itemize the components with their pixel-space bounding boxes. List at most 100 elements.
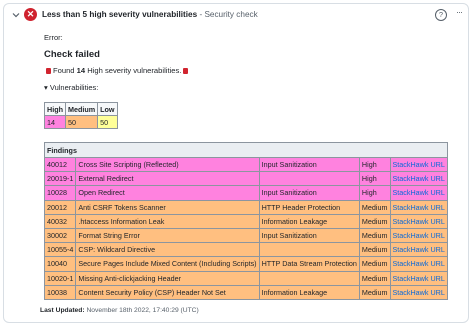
finding-id: 10020-1 (43, 270, 77, 286)
severity-value-medium: 50 (64, 115, 99, 129)
finding-severity: Medium (358, 227, 391, 244)
finding-id: 10028 (43, 185, 77, 201)
finding-link-cell: StackHawk URL (389, 227, 448, 244)
finding-id: 20019-1 (43, 171, 77, 187)
severity-value-high: 14 (44, 115, 66, 129)
help-icon[interactable]: ? (435, 9, 447, 21)
finding-id: 10038 (43, 284, 77, 300)
finding-id: 10040 (43, 256, 77, 272)
table-row: 40012 Cross Site Scripting (Reflected) I… (43, 156, 448, 173)
stackhawk-link[interactable]: StackHawk URL (393, 203, 445, 212)
table-row: 20012 Anti CSRF Tokens Scanner HTTP Head… (43, 199, 448, 215)
finding-category: HTTP Data Stream Protection (258, 256, 360, 272)
finding-id: 10055-4 (43, 242, 77, 258)
last-updated-value: November 18th 2022, 17:40:29 (UTC) (86, 307, 199, 314)
finding-category: Input Sanitization (258, 227, 360, 244)
finding-severity: Medium (358, 242, 391, 258)
found-summary: Found 14 High severity vulnerabilities. (44, 66, 190, 75)
check-card: ✕ Less than 5 high severity vulnerabilit… (3, 3, 469, 323)
severity-header-high: High (44, 102, 66, 116)
finding-severity: Medium (358, 270, 391, 286)
finding-category (258, 171, 360, 187)
last-updated-label: Last Updated: (40, 307, 85, 314)
stackhawk-link[interactable]: StackHawk URL (393, 217, 445, 226)
finding-severity: Medium (358, 199, 391, 215)
findings-table: Findings 40012 Cross Site Scripting (Ref… (43, 142, 448, 300)
finding-name: Missing Anti-clickjacking Header (75, 270, 260, 286)
check-title: Less than 5 high severity vulnerabilitie… (42, 10, 258, 19)
finding-severity: Medium (358, 256, 391, 272)
stackhawk-link[interactable]: StackHawk URL (393, 259, 445, 268)
finding-category: Input Sanitization (258, 185, 360, 201)
finding-link-cell: StackHawk URL (389, 185, 448, 201)
finding-category: Information Leakage (258, 284, 360, 300)
finding-link-cell: StackHawk URL (389, 284, 448, 300)
stackhawk-link[interactable]: StackHawk URL (393, 245, 445, 254)
last-updated: Last Updated: November 18th 2022, 17:40:… (40, 307, 199, 314)
check-subtitle: Security check (204, 10, 258, 19)
table-row: 10055-4 CSP: Wildcard Directive Medium S… (43, 242, 448, 258)
finding-severity: High (358, 185, 391, 201)
stackhawk-link[interactable]: StackHawk URL (393, 231, 445, 240)
finding-id: 40012 (43, 156, 77, 173)
table-row: 30002 Format String Error Input Sanitiza… (43, 227, 448, 244)
severity-header-medium: Medium (64, 102, 99, 116)
more-icon[interactable]: ··· (456, 7, 463, 17)
finding-id: 40032 (43, 213, 77, 229)
finding-name: CSP: Wildcard Directive (75, 242, 260, 258)
finding-category: Information Leakage (258, 213, 360, 229)
chevron-down-icon[interactable] (11, 10, 21, 20)
finding-name: Cross Site Scripting (Reflected) (75, 156, 260, 173)
finding-category: Input Sanitization (258, 156, 360, 173)
check-failed-heading: Check failed (44, 49, 100, 60)
finding-category: HTTP Header Protection (258, 199, 360, 215)
stackhawk-link[interactable]: StackHawk URL (393, 288, 445, 297)
severity-header-low: Low (97, 102, 118, 116)
vulnerabilities-toggle[interactable]: ▾ Vulnerabilities: (44, 83, 98, 92)
red-square-icon (46, 68, 51, 74)
finding-name: Open Redirect (75, 185, 260, 201)
finding-id: 20012 (43, 199, 77, 215)
finding-name: Content Security Policy (CSP) Header Not… (75, 284, 260, 300)
finding-name: External Redirect (75, 171, 260, 187)
red-square-icon (183, 68, 189, 74)
finding-name: .htaccess Information Leak (75, 213, 260, 229)
error-label: Error: (44, 33, 63, 42)
finding-link-cell: StackHawk URL (389, 213, 448, 229)
stackhawk-link[interactable]: StackHawk URL (393, 188, 445, 197)
finding-link-cell: StackHawk URL (389, 256, 448, 272)
found-suffix: High severity vulnerabilities. (87, 66, 182, 75)
finding-severity: High (358, 171, 391, 187)
finding-name: Anti CSRF Tokens Scanner (75, 199, 260, 215)
stackhawk-link[interactable]: StackHawk URL (393, 160, 445, 169)
found-prefix: Found (53, 66, 75, 75)
table-row: 10020-1 Missing Anti-clickjacking Header… (43, 270, 448, 286)
finding-link-cell: StackHawk URL (389, 242, 448, 258)
finding-severity: Medium (358, 213, 391, 229)
check-title-text: Less than 5 high severity vulnerabilitie… (42, 10, 198, 19)
table-row: 10040 Secure Pages Include Mixed Content… (43, 256, 448, 272)
finding-link-cell: StackHawk URL (389, 156, 448, 173)
finding-link-cell: StackHawk URL (389, 270, 448, 286)
stackhawk-link[interactable]: StackHawk URL (393, 274, 445, 283)
severity-value-low: 50 (97, 115, 118, 129)
finding-name: Format String Error (75, 227, 260, 244)
table-row: 20019-1 External Redirect High StackHawk… (43, 171, 448, 187)
finding-severity: High (358, 156, 391, 173)
finding-category (258, 270, 360, 286)
error-icon: ✕ (24, 8, 37, 21)
finding-id: 30002 (43, 227, 77, 244)
finding-severity: Medium (358, 284, 391, 300)
table-row: 10028 Open Redirect Input Sanitization H… (43, 185, 448, 201)
table-row: 10038 Content Security Policy (CSP) Head… (43, 284, 448, 300)
finding-link-cell: StackHawk URL (389, 199, 448, 215)
stackhawk-link[interactable]: StackHawk URL (393, 174, 445, 183)
severity-table: High Medium Low 14 50 50 (44, 102, 118, 129)
findings-title: Findings (44, 142, 448, 158)
finding-name: Secure Pages Include Mixed Content (Incl… (75, 256, 260, 272)
check-header[interactable]: ✕ Less than 5 high severity vulnerabilit… (4, 4, 468, 26)
found-count: 14 (76, 66, 86, 75)
finding-category (258, 242, 360, 258)
finding-link-cell: StackHawk URL (389, 171, 448, 187)
table-row: 40032 .htaccess Information Leak Informa… (43, 213, 448, 229)
